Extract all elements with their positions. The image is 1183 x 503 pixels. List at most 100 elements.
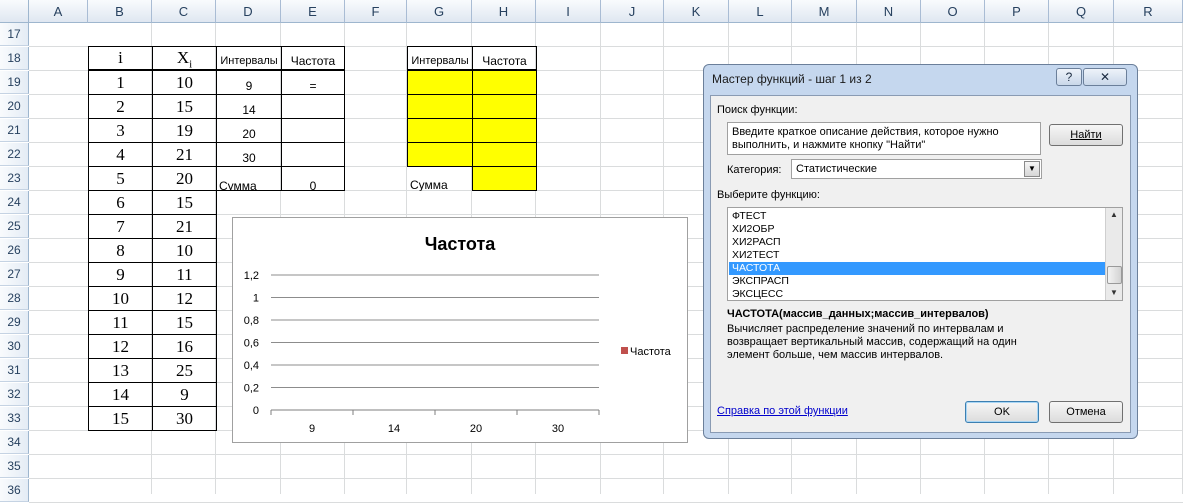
cell-h22[interactable] xyxy=(472,142,537,167)
cell-d19[interactable]: 9 xyxy=(216,70,282,95)
cell-c29[interactable]: 15 xyxy=(152,310,217,335)
column-header-j[interactable]: J xyxy=(601,0,664,23)
chart-legend[interactable]: Частота xyxy=(621,346,672,358)
cell-h19[interactable] xyxy=(472,70,537,95)
cell-c28[interactable]: 12 xyxy=(152,286,217,311)
row-header-23[interactable]: 23 xyxy=(0,167,29,190)
list-scrollbar[interactable]: ▲ ▼ xyxy=(1105,208,1122,300)
column-header-f[interactable]: F xyxy=(345,0,407,23)
function-list-item[interactable]: ЧАСТОТА xyxy=(729,262,1105,275)
row-header-32[interactable]: 32 xyxy=(0,383,29,406)
column-header-r[interactable]: R xyxy=(1114,0,1183,23)
column-header-o[interactable]: O xyxy=(921,0,985,23)
cell-b21[interactable]: 3 xyxy=(88,118,153,143)
cell-b28[interactable]: 10 xyxy=(88,286,153,311)
cell-b23[interactable]: 5 xyxy=(88,166,153,191)
row-header-25[interactable]: 25 xyxy=(0,215,29,238)
column-header-i[interactable]: I xyxy=(536,0,601,23)
cell-e20[interactable] xyxy=(281,94,345,119)
cell-b25[interactable]: 7 xyxy=(88,214,153,239)
row-header-34[interactable]: 34 xyxy=(0,431,29,454)
cell-c31[interactable]: 25 xyxy=(152,358,217,383)
cell-c23[interactable]: 20 xyxy=(152,166,217,191)
cell-b27[interactable]: 9 xyxy=(88,262,153,287)
cell-c19[interactable]: 10 xyxy=(152,70,217,95)
row-header-36[interactable]: 36 xyxy=(0,479,29,502)
search-input[interactable]: Введите краткое описание действия, котор… xyxy=(727,122,1041,155)
cell-b18[interactable]: i xyxy=(88,46,153,70)
column-header-c[interactable]: C xyxy=(152,0,216,23)
cell-e19[interactable]: = xyxy=(281,70,345,95)
column-header-b[interactable]: B xyxy=(88,0,152,23)
row-header-29[interactable]: 29 xyxy=(0,311,29,334)
cell-d18[interactable]: Интервалы xyxy=(216,46,282,70)
help-button[interactable]: ? xyxy=(1056,68,1082,86)
cell-g21[interactable] xyxy=(407,118,473,143)
cell-c20[interactable]: 15 xyxy=(152,94,217,119)
cell-b22[interactable]: 4 xyxy=(88,142,153,167)
cell-g20[interactable] xyxy=(407,94,473,119)
function-list[interactable]: ▲ ▼ ФТЕСТ ХИ2ОБР ХИ2РАСП ХИ2ТЕСТ ЧАСТОТА ЭКСП… xyxy=(727,207,1123,301)
select-all-corner[interactable] xyxy=(0,0,29,23)
row-header-17[interactable]: 17 xyxy=(0,23,29,46)
scroll-thumb[interactable] xyxy=(1107,266,1122,284)
row-header-28[interactable]: 28 xyxy=(0,287,29,310)
cell-g22[interactable] xyxy=(407,142,473,167)
function-list-item[interactable]: ХИ2ТЕСТ xyxy=(729,249,1105,262)
cell-d21[interactable]: 20 xyxy=(216,118,282,143)
cell-h23[interactable] xyxy=(472,166,537,191)
cell-e22[interactable] xyxy=(281,142,345,167)
function-list-item[interactable]: ЭКСПРАСП xyxy=(729,275,1105,288)
cell-h20[interactable] xyxy=(472,94,537,119)
row-header-19[interactable]: 19 xyxy=(0,71,29,94)
scroll-down-icon[interactable]: ▼ xyxy=(1106,286,1122,300)
cell-b30[interactable]: 12 xyxy=(88,334,153,359)
scroll-up-icon[interactable]: ▲ xyxy=(1106,208,1122,222)
cell-c24[interactable]: 15 xyxy=(152,190,217,215)
row-header-31[interactable]: 31 xyxy=(0,359,29,382)
row-header-18[interactable]: 18 xyxy=(0,47,29,70)
column-header-l[interactable]: L xyxy=(729,0,792,23)
function-list-item[interactable]: ХИ2ОБР xyxy=(729,223,1105,236)
cell-c25[interactable]: 21 xyxy=(152,214,217,239)
cell-d20[interactable]: 14 xyxy=(216,94,282,119)
cell-e18[interactable]: Частота xyxy=(281,46,345,70)
row-header-30[interactable]: 30 xyxy=(0,335,29,358)
cell-g19[interactable] xyxy=(407,70,473,95)
chevron-down-icon[interactable]: ▼ xyxy=(1024,161,1040,177)
cell-b26[interactable]: 8 xyxy=(88,238,153,263)
cell-b20[interactable]: 2 xyxy=(88,94,153,119)
row-header-21[interactable]: 21 xyxy=(0,119,29,142)
category-select[interactable]: Статистические ▼ xyxy=(791,159,1042,179)
column-header-g[interactable]: G xyxy=(407,0,472,23)
column-header-m[interactable]: M xyxy=(792,0,857,23)
column-header-n[interactable]: N xyxy=(857,0,921,23)
column-header-a[interactable]: A xyxy=(29,0,88,23)
cell-h18[interactable]: Частота xyxy=(472,46,537,70)
column-header-k[interactable]: K xyxy=(664,0,729,23)
column-header-e[interactable]: E xyxy=(281,0,345,23)
cell-c32[interactable]: 9 xyxy=(152,382,217,407)
cell-c26[interactable]: 10 xyxy=(152,238,217,263)
cell-h21[interactable] xyxy=(472,118,537,143)
cell-g23[interactable]: Сумма xyxy=(407,166,473,191)
row-header-24[interactable]: 24 xyxy=(0,191,29,214)
find-button[interactable]: Найти xyxy=(1049,124,1123,146)
cell-b32[interactable]: 14 xyxy=(88,382,153,407)
row-header-26[interactable]: 26 xyxy=(0,239,29,262)
cancel-button[interactable]: Отмена xyxy=(1049,401,1123,423)
cell-c18[interactable]: Xi xyxy=(152,46,217,70)
cell-b29[interactable]: 11 xyxy=(88,310,153,335)
row-header-33[interactable]: 33 xyxy=(0,407,29,430)
column-header-q[interactable]: Q xyxy=(1049,0,1114,23)
column-header-h[interactable]: H xyxy=(472,0,536,23)
cell-b31[interactable]: 13 xyxy=(88,358,153,383)
row-header-22[interactable]: 22 xyxy=(0,143,29,166)
cell-c22[interactable]: 21 xyxy=(152,142,217,167)
cell-d23[interactable]: Сумма xyxy=(216,166,282,191)
cell-c33[interactable]: 30 xyxy=(152,406,217,431)
function-list-item[interactable]: ЭКСЦЕСС xyxy=(729,288,1105,300)
frequency-chart[interactable]: Частота 0 0,2 0,4 0,6 0,8 1 1,2 9 14 20 30 Частот… xyxy=(232,217,688,443)
cell-c30[interactable]: 16 xyxy=(152,334,217,359)
cell-d22[interactable]: 30 xyxy=(216,142,282,167)
